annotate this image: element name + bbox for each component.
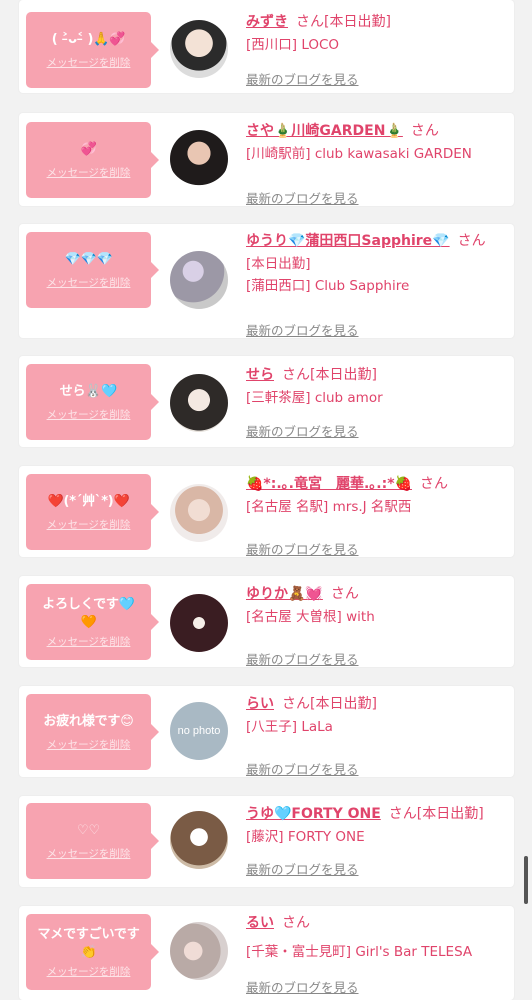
user-info: らい さん[本日出勤] [八王子] LaLa 最新のブログを見る (246, 695, 508, 777)
user-name-link[interactable]: せら (246, 367, 274, 383)
user-info: みずき さん[本日出勤] [西川口] LOCO 最新のブログを見る (246, 13, 508, 87)
avatar[interactable] (170, 484, 228, 542)
avatar[interactable]: no photo (170, 702, 228, 760)
message-bubble: 💎💎💎 メッセージを削除 (26, 232, 159, 308)
user-name-link[interactable]: ゆうり💎蒲田西口Sapphire💎 (246, 233, 450, 249)
avatar[interactable] (170, 251, 228, 309)
honorific: さん (457, 233, 486, 249)
message-text: 💎💎💎 (64, 251, 113, 267)
delete-message-link[interactable]: メッセージを削除 (47, 55, 131, 70)
honorific: さん (296, 14, 324, 30)
avatar[interactable] (170, 20, 228, 78)
list-item: マメですごいです 👏 メッセージを削除 るい さん [千葉・富士見町] Girl'… (19, 906, 514, 1000)
list-item: ( ˃̵ᴗ˂̵ )🙏💞 メッセージを削除 みずき さん[本日出勤] [西川口] L… (19, 0, 514, 93)
delete-message-link[interactable]: メッセージを削除 (47, 964, 131, 979)
message-text: 💞 (80, 141, 97, 157)
list-item: せら🐰🩵 メッセージを削除 せら さん[本日出勤] [三軒茶屋] club amo… (19, 356, 514, 447)
message-bubble: 💞 メッセージを削除 (26, 122, 159, 198)
shop-text: [八王子] LaLa (246, 719, 333, 735)
message-bubble: よろしくです🩵 🧡 メッセージを削除 (26, 584, 159, 660)
status-badge: [本日出勤] (310, 696, 377, 712)
message-bubble: マメですごいです 👏 メッセージを削除 (26, 914, 159, 990)
scrollbar[interactable] (524, 856, 528, 904)
user-info: うゆ🩵FORTY ONE さん[本日出勤] [藤沢] FORTY ONE 最新のブ… (246, 805, 508, 877)
user-info: 🍓*:.｡.竜宮 麗華.｡.:*🍓 さん [名古屋 名駅] mrs.J 名駅西 最… (246, 475, 508, 557)
message-text: せら🐰🩵 (59, 383, 118, 399)
blog-link[interactable]: 最新のブログを見る (246, 69, 359, 88)
avatar[interactable] (170, 130, 228, 188)
blog-link[interactable]: 最新のブログを見る (246, 421, 359, 440)
message-text: よろしくです🩵 🧡 (42, 596, 135, 630)
user-name-link[interactable]: ゆりか🧸💓 (246, 586, 323, 602)
shop-text: [名古屋 名駅] mrs.J 名駅西 (246, 499, 412, 515)
honorific: さん (388, 806, 417, 822)
message-text: お疲れ様です😊 (43, 713, 134, 729)
status-badge: [本日出勤] (310, 367, 377, 383)
avatar[interactable] (170, 594, 228, 652)
status-badge: [本日出勤] (324, 14, 391, 30)
avatar[interactable] (170, 374, 228, 432)
delete-message-link[interactable]: メッセージを削除 (47, 275, 131, 290)
message-text: ( ˃̵ᴗ˂̵ )🙏💞 (51, 31, 126, 47)
user-name-link[interactable]: うゆ🩵FORTY ONE (246, 806, 381, 822)
honorific: さん (282, 367, 310, 383)
shop-text: [名古屋 大曽根] with (246, 609, 375, 625)
blog-link[interactable]: 最新のブログを見る (246, 759, 359, 778)
shop-text: [藤沢] FORTY ONE (246, 829, 365, 845)
delete-message-link[interactable]: メッセージを削除 (47, 407, 131, 422)
blog-link[interactable]: 最新のブログを見る (246, 320, 359, 339)
blog-link[interactable]: 最新のブログを見る (246, 977, 359, 996)
honorific: さん (419, 476, 448, 492)
message-bubble: ❤️(*´艸`*)❤️ メッセージを削除 (26, 474, 159, 550)
shop-text: [本日出勤] (246, 256, 311, 272)
user-name-link[interactable]: 🍓*:.｡.竜宮 麗華.｡.:*🍓 (246, 476, 412, 492)
honorific: さん (330, 586, 359, 602)
user-name-link[interactable]: みずき (246, 14, 288, 30)
user-name-link[interactable]: さや🎍川崎GARDEN🎍 (246, 123, 403, 139)
message-bubble: ♡♡ メッセージを削除 (26, 803, 159, 879)
message-bubble: お疲れ様です😊 メッセージを削除 (26, 694, 159, 770)
user-info: ゆうり💎蒲田西口Sapphire💎 さん [本日出勤] [蒲田西口] Club S… (246, 232, 508, 338)
blog-link[interactable]: 最新のブログを見る (246, 649, 359, 668)
delete-message-link[interactable]: メッセージを削除 (47, 517, 131, 532)
user-info: ゆりか🧸💓 さん [名古屋 大曽根] with 最新のブログを見る (246, 585, 508, 667)
delete-message-link[interactable]: メッセージを削除 (47, 846, 131, 861)
delete-message-link[interactable]: メッセージを削除 (47, 634, 131, 649)
status-badge: [本日出勤] (416, 806, 484, 822)
message-text: マメですごいです 👏 (37, 926, 140, 960)
shop-text: [千葉・富士見町] Girl's Bar TELESA (246, 944, 473, 960)
list-item: ❤️(*´艸`*)❤️ メッセージを削除 🍓*:.｡.竜宮 麗華.｡.:*🍓 さん… (19, 466, 514, 557)
message-bubble: ( ˃̵ᴗ˂̵ )🙏💞 メッセージを削除 (26, 12, 159, 88)
shop-text: [蒲田西口] Club Sapphire (246, 278, 410, 294)
honorific: さん (282, 696, 310, 712)
message-bubble: せら🐰🩵 メッセージを削除 (26, 364, 159, 440)
list-item: ♡♡ メッセージを削除 うゆ🩵FORTY ONE さん[本日出勤] [藤沢] FO… (19, 796, 514, 887)
shop-text: [川崎駅前] club kawasaki GARDEN (246, 146, 472, 162)
user-name-link[interactable]: るい (246, 915, 274, 931)
user-info: せら さん[本日出勤] [三軒茶屋] club amor 最新のブログを見る (246, 366, 508, 439)
no-photo-text: no photo (177, 725, 221, 737)
avatar[interactable] (170, 811, 228, 869)
user-info: るい さん [千葉・富士見町] Girl's Bar TELESA 最新のブログを… (246, 914, 508, 995)
message-text: ♡♡ (77, 822, 100, 838)
list-item: 💎💎💎 メッセージを削除 ゆうり💎蒲田西口Sapphire💎 さん [本日出勤] … (19, 224, 514, 338)
shop-text: [三軒茶屋] club amor (246, 390, 383, 406)
blog-link[interactable]: 最新のブログを見る (246, 539, 359, 558)
delete-message-link[interactable]: メッセージを削除 (47, 165, 131, 180)
list-item: お疲れ様です😊 メッセージを削除 no photo らい さん[本日出勤] [八王… (19, 686, 514, 777)
list-item: よろしくです🩵 🧡 メッセージを削除 ゆりか🧸💓 さん [名古屋 大曽根] wit… (19, 576, 514, 667)
shop-text: [西川口] LOCO (246, 37, 340, 53)
blog-link[interactable]: 最新のブログを見る (246, 859, 359, 878)
avatar[interactable] (170, 922, 228, 980)
user-info: さや🎍川崎GARDEN🎍 さん [川崎駅前] club kawasaki GARD… (246, 122, 508, 206)
blog-link[interactable]: 最新のブログを見る (246, 188, 359, 207)
honorific: さん (282, 915, 310, 931)
delete-message-link[interactable]: メッセージを削除 (47, 737, 131, 752)
user-name-link[interactable]: らい (246, 696, 274, 712)
honorific: さん (410, 123, 439, 139)
message-text: ❤️(*´艸`*)❤️ (47, 493, 130, 509)
list-item: 💞 メッセージを削除 さや🎍川崎GARDEN🎍 さん [川崎駅前] club ka… (19, 113, 514, 206)
